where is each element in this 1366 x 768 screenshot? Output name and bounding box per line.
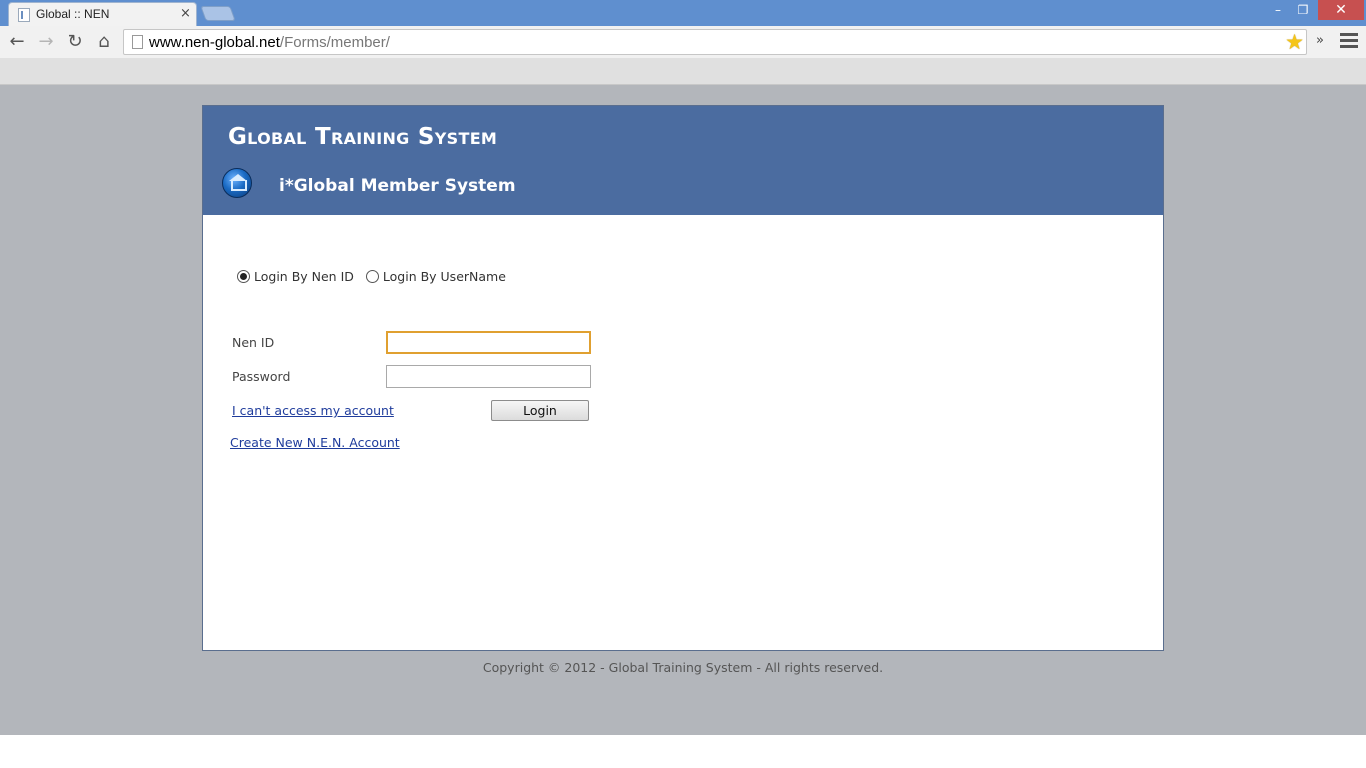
browser-toolbar: ← → ↻ ⌂ www.nen-global.net/Forms/member/…	[0, 26, 1366, 58]
url-path: /Forms/member/	[279, 34, 390, 51]
nen-id-input[interactable]	[386, 331, 591, 354]
radio-label-nen-id[interactable]: Login By Nen ID	[254, 269, 354, 284]
restore-button[interactable]: ❐	[1291, 0, 1315, 20]
hamburger-menu-icon[interactable]	[1340, 33, 1358, 51]
tab-title: Global :: NEN	[36, 7, 110, 21]
tab-close-icon[interactable]: ×	[180, 6, 191, 21]
browser-tab[interactable]: Global :: NEN ×	[8, 2, 197, 26]
page-background: Global Training System i*Global Member S…	[0, 85, 1366, 735]
password-label: Password	[232, 369, 291, 384]
password-input[interactable]	[386, 365, 591, 388]
radio-login-by-nen-id[interactable]	[237, 270, 250, 283]
reload-icon[interactable]: ↻	[63, 30, 87, 54]
minimize-button[interactable]: –	[1266, 0, 1290, 20]
login-button[interactable]: Login	[491, 400, 589, 421]
cant-access-account-link[interactable]: I can't access my account	[232, 403, 394, 418]
bookmark-star-icon[interactable]: ★	[1285, 30, 1304, 54]
member-home-icon[interactable]	[222, 168, 252, 198]
url-host: www.nen-global.net	[149, 34, 280, 51]
login-mode-group: Login By Nen ID Login By UserName	[237, 269, 518, 284]
forward-arrow-icon[interactable]: →	[34, 30, 58, 54]
site-header: Global Training System i*Global Member S…	[203, 106, 1163, 215]
bookmarks-bar	[0, 58, 1366, 85]
new-tab-button[interactable]	[200, 6, 236, 21]
copyright-footer: Copyright © 2012 - Global Training Syste…	[482, 660, 884, 675]
site-title: Global Training System	[228, 124, 498, 150]
radio-login-by-username[interactable]	[365, 270, 379, 283]
close-window-button[interactable]: ✕	[1318, 0, 1364, 20]
login-panel: Global Training System i*Global Member S…	[202, 105, 1164, 651]
radio-label-username[interactable]: Login By UserName	[383, 269, 506, 284]
home-icon[interactable]: ⌂	[92, 30, 116, 54]
page-icon	[132, 35, 143, 49]
url-text[interactable]: www.nen-global.net/Forms/member/	[149, 34, 390, 51]
subsystem-title: i*Global Member System	[279, 176, 516, 196]
nen-id-label: Nen ID	[232, 335, 275, 350]
back-arrow-icon[interactable]: ←	[5, 30, 29, 54]
create-account-link[interactable]: Create New N.E.N. Account	[230, 435, 400, 450]
browser-titlebar: Global :: NEN × – ❐ ✕	[0, 0, 1366, 26]
extensions-overflow-button[interactable]: »	[1316, 33, 1324, 48]
page-favicon-icon	[18, 8, 30, 22]
address-bar[interactable]: www.nen-global.net/Forms/member/ ★	[123, 29, 1307, 55]
